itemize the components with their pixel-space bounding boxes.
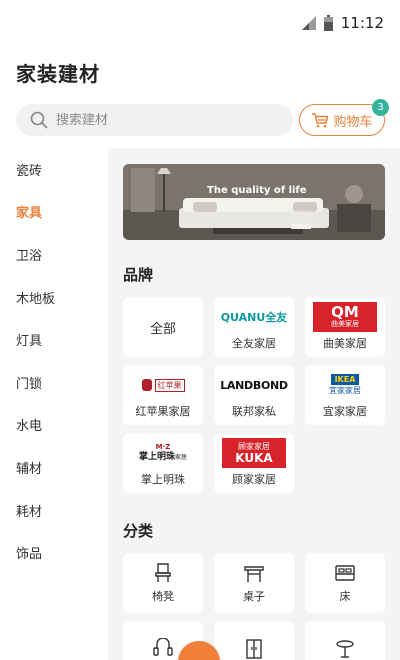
kuka-logo: 顾家家居 KUKA: [222, 438, 286, 468]
zhangshang-logo: M·Z 掌上明珠家居: [138, 443, 188, 462]
brand-label: 曲美家居: [323, 337, 367, 350]
search-icon: [30, 111, 48, 129]
living-room-image: 生活需要品质 品质来自生活: [123, 164, 385, 240]
category-sidebar: 瓷砖 家具 卫浴 木地板 灯具 门锁 水电 辅材 耗材 饰品: [0, 148, 108, 660]
sofa-icon: [153, 638, 173, 656]
category-card-round-table[interactable]: [305, 621, 385, 660]
brand-card-kuka[interactable]: 顾家家居 KUKA 顾家家居: [214, 433, 294, 493]
brand-label: 联邦家私: [232, 405, 276, 418]
sidebar-item-door-lock[interactable]: 门锁: [0, 361, 108, 404]
brand-grid: 全部 QUANU全友 全友家居 QM 曲美家居 曲美家居 红苹果 红苹果家居 L…: [123, 297, 385, 493]
category-grid: 椅凳 桌子 床: [123, 553, 385, 660]
bed-icon: [335, 565, 355, 581]
main-content: 生活需要品质 品质来自生活 The quality of life 品牌 全部 …: [108, 148, 400, 660]
status-time: 11:12: [340, 14, 384, 32]
brand-card-quanu[interactable]: QUANU全友 全友家居: [214, 297, 294, 357]
category-label: 床: [339, 590, 351, 603]
cart-badge: 3: [372, 99, 389, 116]
qumei-logo: QM 曲美家居: [313, 302, 377, 332]
category-section-title: 分类: [123, 522, 154, 540]
brand-card-red-apple[interactable]: 红苹果 红苹果家居: [123, 365, 203, 425]
sidebar-item-consumables[interactable]: 耗材: [0, 489, 108, 532]
sidebar-item-furniture[interactable]: 家具: [0, 190, 108, 234]
cart-icon: [312, 113, 329, 128]
brand-label: 全部: [149, 321, 176, 337]
sidebar-item-decor[interactable]: 饰品: [0, 531, 108, 574]
brand-label: 宜家家居: [323, 405, 367, 418]
ikea-logo: IKEA 宜家家居: [329, 374, 361, 395]
brand-label: 顾家家居: [232, 473, 276, 486]
chair-icon: [155, 563, 171, 582]
category-card-wardrobe[interactable]: [214, 621, 294, 660]
brand-card-qumei[interactable]: QM 曲美家居 曲美家居: [305, 297, 385, 357]
quanu-logo: QUANU全友: [220, 311, 288, 324]
brand-label: 全友家居: [232, 337, 276, 350]
search-input[interactable]: [56, 112, 256, 128]
landbond-logo: LANDBOND: [220, 378, 288, 392]
svg-text:品质来自生活: 品质来自生活: [289, 216, 313, 222]
brand-section-title: 品牌: [123, 266, 154, 284]
sidebar-item-lighting[interactable]: 灯具: [0, 318, 108, 361]
battery-icon: [323, 15, 333, 31]
category-card-bed[interactable]: 床: [305, 553, 385, 613]
category-label: 椅凳: [152, 590, 174, 603]
sidebar-item-bathroom[interactable]: 卫浴: [0, 233, 108, 276]
brand-card-all[interactable]: 全部: [123, 297, 203, 357]
brand-label: 掌上明珠: [141, 473, 185, 486]
cart-label: 购物车: [333, 114, 373, 130]
red-apple-logo: 红苹果: [141, 371, 185, 399]
signal-icon: [301, 16, 316, 30]
sidebar-item-auxiliary[interactable]: 辅材: [0, 446, 108, 489]
sidebar-item-plumbing[interactable]: 水电: [0, 404, 108, 447]
sidebar-item-wood-floor[interactable]: 木地板: [0, 276, 108, 319]
category-card-chair[interactable]: 椅凳: [123, 553, 203, 613]
status-bar: 11:12: [0, 0, 400, 46]
wardrobe-icon: [246, 639, 262, 659]
banner-title: The quality of life: [207, 185, 307, 196]
search-bar[interactable]: [16, 104, 293, 136]
round-table-icon: [336, 640, 354, 658]
svg-text:生活需要品质: 生活需要品质: [289, 209, 313, 215]
brand-card-landbond[interactable]: LANDBOND 联邦家私: [214, 365, 294, 425]
table-icon: [244, 566, 264, 582]
category-card-table[interactable]: 桌子: [214, 553, 294, 613]
category-label: 桌子: [243, 590, 265, 603]
brand-card-ikea[interactable]: IKEA 宜家家居 宜家家居: [305, 365, 385, 425]
sidebar-item-tile[interactable]: 瓷砖: [0, 148, 108, 191]
brand-card-zhangshang[interactable]: M·Z 掌上明珠家居 掌上明珠: [123, 433, 203, 493]
page-title: 家装建材: [16, 62, 100, 86]
promo-banner[interactable]: 生活需要品质 品质来自生活 The quality of life: [123, 164, 385, 240]
brand-label: 红苹果家居: [135, 405, 191, 418]
